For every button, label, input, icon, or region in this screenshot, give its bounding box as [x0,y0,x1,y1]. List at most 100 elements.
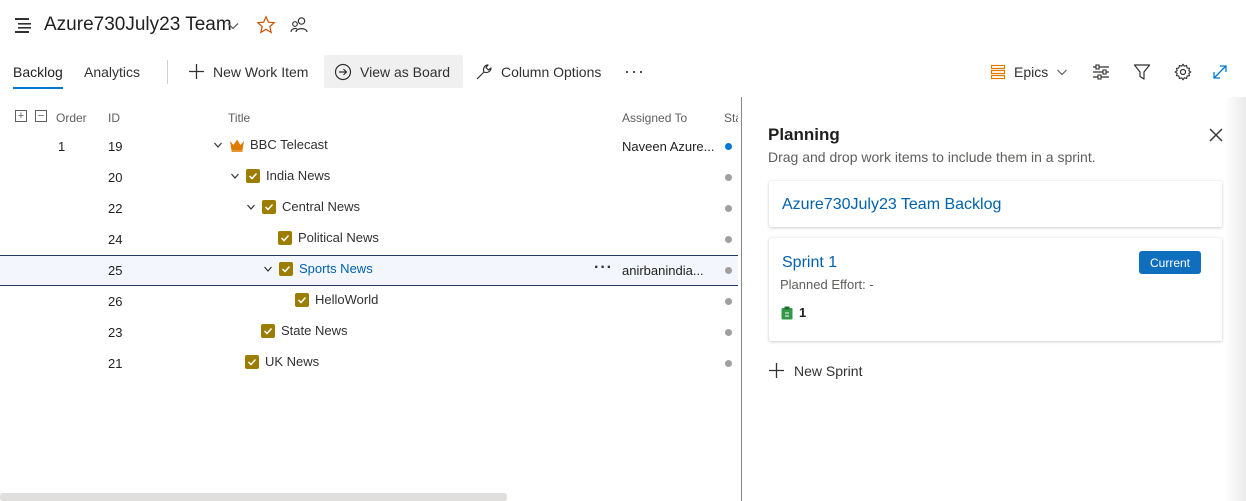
row-title: Central News [245,199,360,214]
chevron-down-icon[interactable] [262,263,274,275]
planning-title: Planning [768,125,840,144]
team-backlog-card[interactable]: Azure730July23 Team Backlog [769,181,1222,227]
team-backlog-link[interactable]: Azure730July23 Team Backlog [782,196,1001,214]
chevron-down-icon[interactable] [226,19,240,33]
horizontal-scrollbar[interactable] [0,493,507,501]
row-assigned-to: anirbanindia... [622,263,704,278]
chevron-down-icon[interactable] [212,139,224,151]
panel-edge-shadow [1224,97,1246,501]
row-id: 25 [108,263,123,278]
work-item-title[interactable]: State News [281,323,347,338]
current-badge: Current [1139,251,1201,274]
row-id: 26 [108,294,123,309]
backlog-icon [15,18,31,33]
fullscreen-button[interactable] [1209,61,1231,83]
new-work-item-label: New Work Item [213,63,309,80]
state-dot [725,267,732,274]
column-header-order[interactable]: Order [56,111,87,125]
arrow-circle-right-icon [334,63,352,80]
epic-level-icon [990,64,1006,79]
work-item-title[interactable]: Sports News [299,261,373,276]
sprint-link[interactable]: Sprint 1 [782,254,837,272]
work-item-title[interactable]: UK News [265,354,319,369]
table-row[interactable]: 24 Political News [0,224,738,255]
row-id: 19 [108,139,123,154]
work-item-count-value: 1 [799,305,807,320]
state-dot [725,236,732,243]
row-more-actions-button[interactable]: ··· [594,259,613,277]
row-title: Political News [278,230,379,245]
column-header-id[interactable]: ID [108,111,120,125]
task-check-icon [279,261,293,276]
work-item-title[interactable]: India News [266,168,330,183]
more-actions-button[interactable]: ··· [614,55,655,88]
row-title: BBC Telecast [212,137,328,152]
row-title: India News [229,168,330,183]
state-dot [725,174,732,181]
row-order: 1 [58,139,66,154]
column-options-label: Column Options [501,63,602,80]
page-header: Azure730July23 Team [0,0,1246,52]
row-id: 22 [108,201,123,216]
table-row-selected[interactable]: 25 Sports News ··· anirbanindia... [0,255,738,286]
work-item-title[interactable]: Political News [298,230,379,245]
row-id: 20 [108,170,123,185]
filter-button[interactable] [1131,61,1153,83]
planning-subtitle: Drag and drop work items to include them… [768,149,1096,165]
team-name[interactable]: Azure730July23 Team [44,14,232,36]
collapse-all-button[interactable]: − [35,110,47,122]
expand-icon [1213,65,1227,79]
view-options-button[interactable] [1090,61,1112,83]
new-sprint-button[interactable]: New Sprint [768,362,862,379]
task-check-icon [278,230,292,245]
task-check-icon [295,292,309,307]
task-check-icon [261,323,275,338]
view-as-board-label: View as Board [360,63,451,80]
work-item-title[interactable]: Central News [282,199,360,214]
work-item-title[interactable]: BBC Telecast [250,137,328,152]
state-dot [725,298,732,305]
column-header-assigned-to[interactable]: Assigned To [622,111,687,125]
chevron-down-icon [1057,69,1068,75]
table-row[interactable]: 21 UK News [0,348,738,379]
chevron-down-icon[interactable] [245,201,257,213]
planned-effort: Planned Effort: - [780,277,874,292]
plus-icon [769,363,784,378]
view-as-board-button[interactable]: View as Board [324,55,463,88]
team-members-icon[interactable] [290,16,308,34]
state-dot [725,329,732,336]
toolbar-divider [167,60,168,84]
row-title: HelloWorld [295,292,378,307]
state-dot [725,143,732,150]
table-row[interactable]: 22 Central News [0,193,738,224]
planning-panel: Planning Drag and drop work items to inc… [742,97,1246,501]
expand-all-button[interactable]: + [15,110,27,122]
clipboard-icon [781,306,793,319]
sprint-card[interactable]: Sprint 1 Current Planned Effort: - 1 [769,238,1222,341]
backlog-toolbar: Backlog Analytics New Work Item View as … [0,54,1246,90]
work-item-title[interactable]: HelloWorld [315,292,378,307]
column-header-title[interactable]: Title [228,111,250,125]
row-id: 23 [108,325,123,340]
new-sprint-label: New Sprint [794,362,863,379]
new-work-item-button[interactable]: New Work Item [178,55,318,88]
chevron-down-icon[interactable] [229,170,241,182]
table-row[interactable]: 20 India News [0,162,738,193]
task-check-icon [246,168,260,183]
table-row[interactable]: 23 State News [0,317,738,348]
table-row[interactable]: 26 HelloWorld [0,286,738,317]
epic-crown-icon [229,138,245,152]
tab-backlog[interactable]: Backlog [13,64,63,89]
column-options-button[interactable]: Column Options [465,55,611,88]
column-header-state[interactable]: Sta [724,111,738,125]
backlog-level-dropdown[interactable]: Epics [980,55,1078,88]
row-assigned-to: Naveen Azure... [622,139,715,154]
state-dot [725,205,732,212]
row-id: 21 [108,356,123,371]
table-row[interactable]: 1 19 BBC Telecast Naveen Azure... [0,131,738,162]
settings-button[interactable] [1172,61,1194,83]
row-id: 24 [108,232,123,247]
close-icon[interactable] [1208,127,1224,143]
favorite-star-icon[interactable] [256,15,276,35]
tab-analytics[interactable]: Analytics [84,64,140,80]
